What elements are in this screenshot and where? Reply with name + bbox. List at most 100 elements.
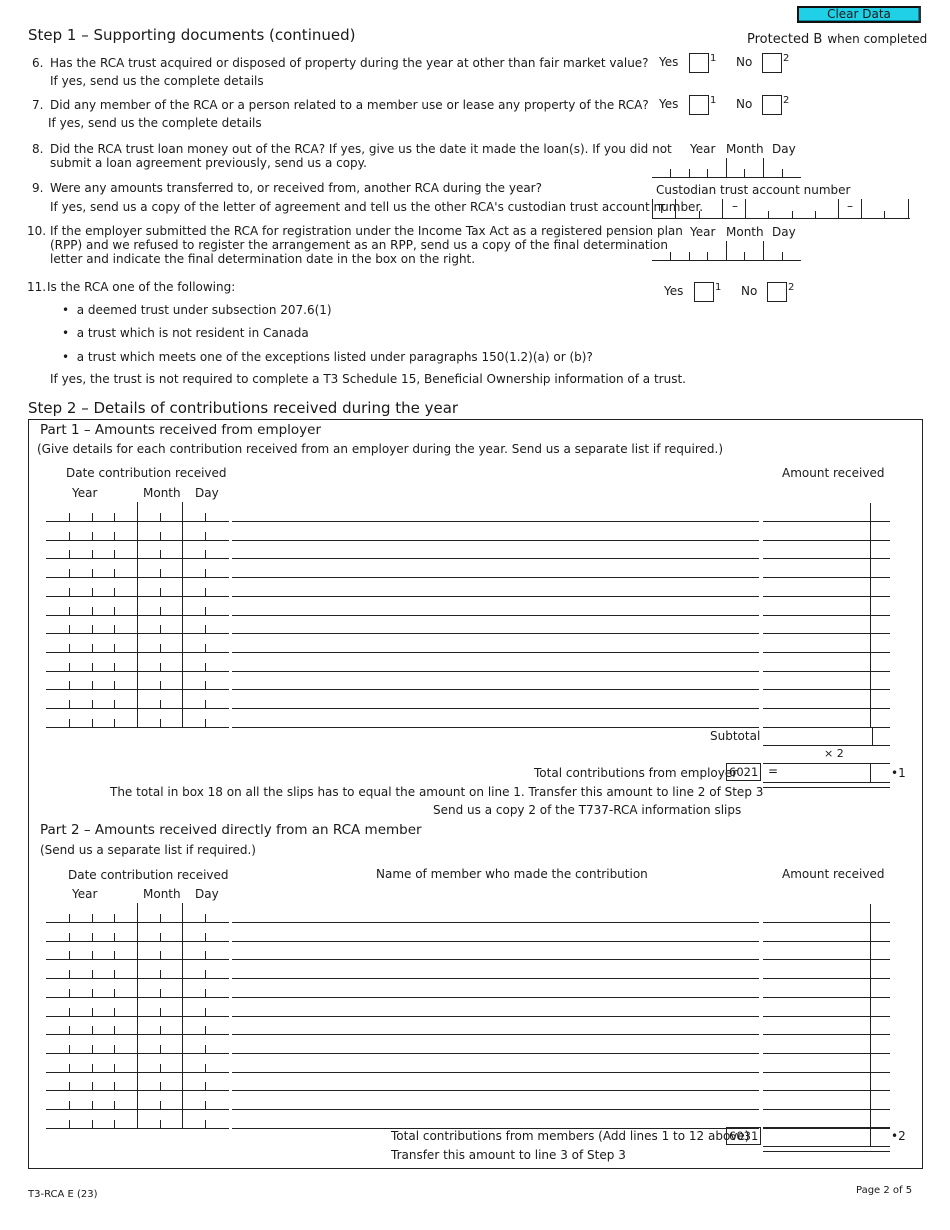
q8-date-field[interactable]: Year Month Day — [652, 142, 802, 178]
part2-row — [46, 922, 891, 942]
q11-yes-num: 1 — [715, 282, 722, 293]
q7-no-checkbox[interactable] — [762, 95, 782, 115]
part1-description-field[interactable] — [232, 727, 759, 728]
form-id: T3-RCA E (23) — [28, 1189, 98, 1200]
q6-yes-num: 1 — [710, 53, 717, 64]
q11-no-num: 2 — [788, 282, 795, 293]
q8-day-label: Day — [772, 142, 796, 156]
q10-month-label: Month — [726, 225, 764, 239]
step2-title: Step 2 – Details of contributions receiv… — [28, 399, 459, 417]
part1-row — [46, 502, 891, 522]
part1-row — [46, 596, 891, 616]
part2-day-label: Day — [195, 887, 219, 901]
q11-bullet-2: • a trust which is not resident in Canad… — [62, 326, 309, 340]
q11-yes-label: Yes — [664, 284, 684, 298]
part2-year-label: Year — [72, 887, 98, 901]
part2-row — [46, 1015, 891, 1035]
q11-bullet-1-text: a deemed trust under subsection 207.6(1) — [76, 303, 332, 317]
part2-row — [46, 1071, 891, 1091]
part2-row — [46, 1034, 891, 1054]
q6-yes-checkbox[interactable] — [689, 53, 709, 73]
q6-yes-label: Yes — [659, 55, 679, 69]
part1-row — [46, 652, 891, 672]
part1-total-code: 6021 — [726, 763, 762, 781]
q11-yes-no: Yes 1 No 2 — [664, 282, 804, 304]
q11-text: Is the RCA one of the following: — [47, 280, 236, 294]
protected-label: Protected B when completed — [747, 28, 927, 47]
q11-sub: If yes, the trust is not required to com… — [50, 372, 686, 386]
q7-text: Did any member of the RCA or a person re… — [50, 98, 649, 112]
part1-date-header: Date contribution received — [66, 466, 227, 480]
q8-line1: Did the RCA trust loan money out of the … — [50, 142, 672, 156]
multiplier-label: × 2 — [824, 747, 844, 760]
part1-row — [46, 614, 891, 634]
line-ref-1: •1 — [891, 766, 906, 780]
part1-date-field[interactable] — [46, 727, 229, 728]
q10-num: 10. — [27, 224, 47, 238]
q8-num: 8. — [32, 142, 44, 156]
q6-no-num: 2 — [783, 53, 790, 64]
part2-total-label: Total contributions from members (Add li… — [391, 1129, 750, 1143]
q11-bullet-3-text: a trust which meets one of the exception… — [76, 350, 593, 364]
q6-sub: If yes, send us the complete details — [50, 74, 264, 88]
q7-num: 7. — [32, 98, 44, 112]
q10-day-label: Day — [772, 225, 796, 239]
part2-date-field[interactable] — [46, 1128, 229, 1129]
part1-row — [46, 689, 891, 709]
q11-no-label: No — [741, 284, 758, 298]
step1-title: Step 1 – Supporting documents (continued… — [28, 26, 356, 44]
custodian-dash-2: – — [847, 199, 853, 213]
part1-row — [46, 521, 891, 541]
protected-suffix: when completed — [827, 32, 928, 46]
line-ref-2: •2 — [891, 1129, 906, 1143]
q6-no-label: No — [736, 55, 753, 69]
part1-row — [46, 577, 891, 597]
part1-row — [46, 670, 891, 690]
q8-line2: submit a loan agreement previously, send… — [50, 156, 367, 170]
part1-note1: The total in box 18 on all the slips has… — [110, 785, 764, 799]
q6-no-checkbox[interactable] — [762, 53, 782, 73]
q10-year-label: Year — [690, 225, 716, 239]
part1-day-label: Day — [195, 486, 219, 500]
equals-sign: = — [768, 764, 779, 778]
part2-transfer-note: Transfer this amount to line 3 of Step 3 — [391, 1148, 626, 1162]
part1-row — [46, 633, 891, 653]
part2-row — [46, 1090, 891, 1110]
part1-row — [46, 708, 891, 728]
part2-row — [46, 978, 891, 998]
part1-row — [46, 558, 891, 578]
q11-num: 11. — [27, 280, 47, 294]
q7-no-label: No — [736, 97, 753, 111]
q11-no-checkbox[interactable] — [767, 282, 787, 302]
q7-sub: If yes, send us the complete details — [48, 116, 262, 130]
part2-row — [46, 940, 891, 960]
q7-no-num: 2 — [783, 95, 790, 106]
custodian-label: Custodian trust account number — [656, 183, 851, 197]
q8-month-label: Month — [726, 142, 764, 156]
q6-yes-no: Yes 1 No 2 — [659, 53, 799, 75]
part2-row — [46, 959, 891, 979]
q10-date-field[interactable]: Year Month Day — [652, 225, 802, 261]
part2-amount-header: Amount received — [782, 867, 885, 881]
q7-yes-num: 1 — [710, 95, 717, 106]
q9-text: Were any amounts transferred to, or rece… — [50, 181, 542, 195]
q11-bullet-3: • a trust which meets one of the excepti… — [62, 350, 593, 364]
part1-month-label: Month — [143, 486, 181, 500]
part2-title: Part 2 – Amounts received directly from … — [40, 822, 422, 838]
custodian-dash-1: – — [732, 199, 738, 213]
part1-row — [46, 539, 891, 559]
part2-row — [46, 997, 891, 1017]
subtotal-label: Subtotal — [710, 729, 761, 743]
part1-amount-header: Amount received — [782, 466, 885, 480]
q7-yes-checkbox[interactable] — [689, 95, 709, 115]
clear-data-button[interactable]: Clear Data — [797, 6, 921, 23]
q11-yes-checkbox[interactable] — [694, 282, 714, 302]
q10-line3: letter and indicate the final determinat… — [50, 252, 476, 266]
q11-bullet-2-text: a trust which is not resident in Canada — [76, 326, 309, 340]
custodian-account-field[interactable]: T – – — [652, 199, 910, 219]
q8-year-label: Year — [690, 142, 716, 156]
part2-name-header: Name of member who made the contribution — [376, 867, 648, 881]
q6-text: Has the RCA trust acquired or disposed o… — [50, 56, 649, 70]
q11-bullet-1: • a deemed trust under subsection 207.6(… — [62, 303, 332, 317]
part2-note: (Send us a separate list if required.) — [40, 843, 256, 857]
